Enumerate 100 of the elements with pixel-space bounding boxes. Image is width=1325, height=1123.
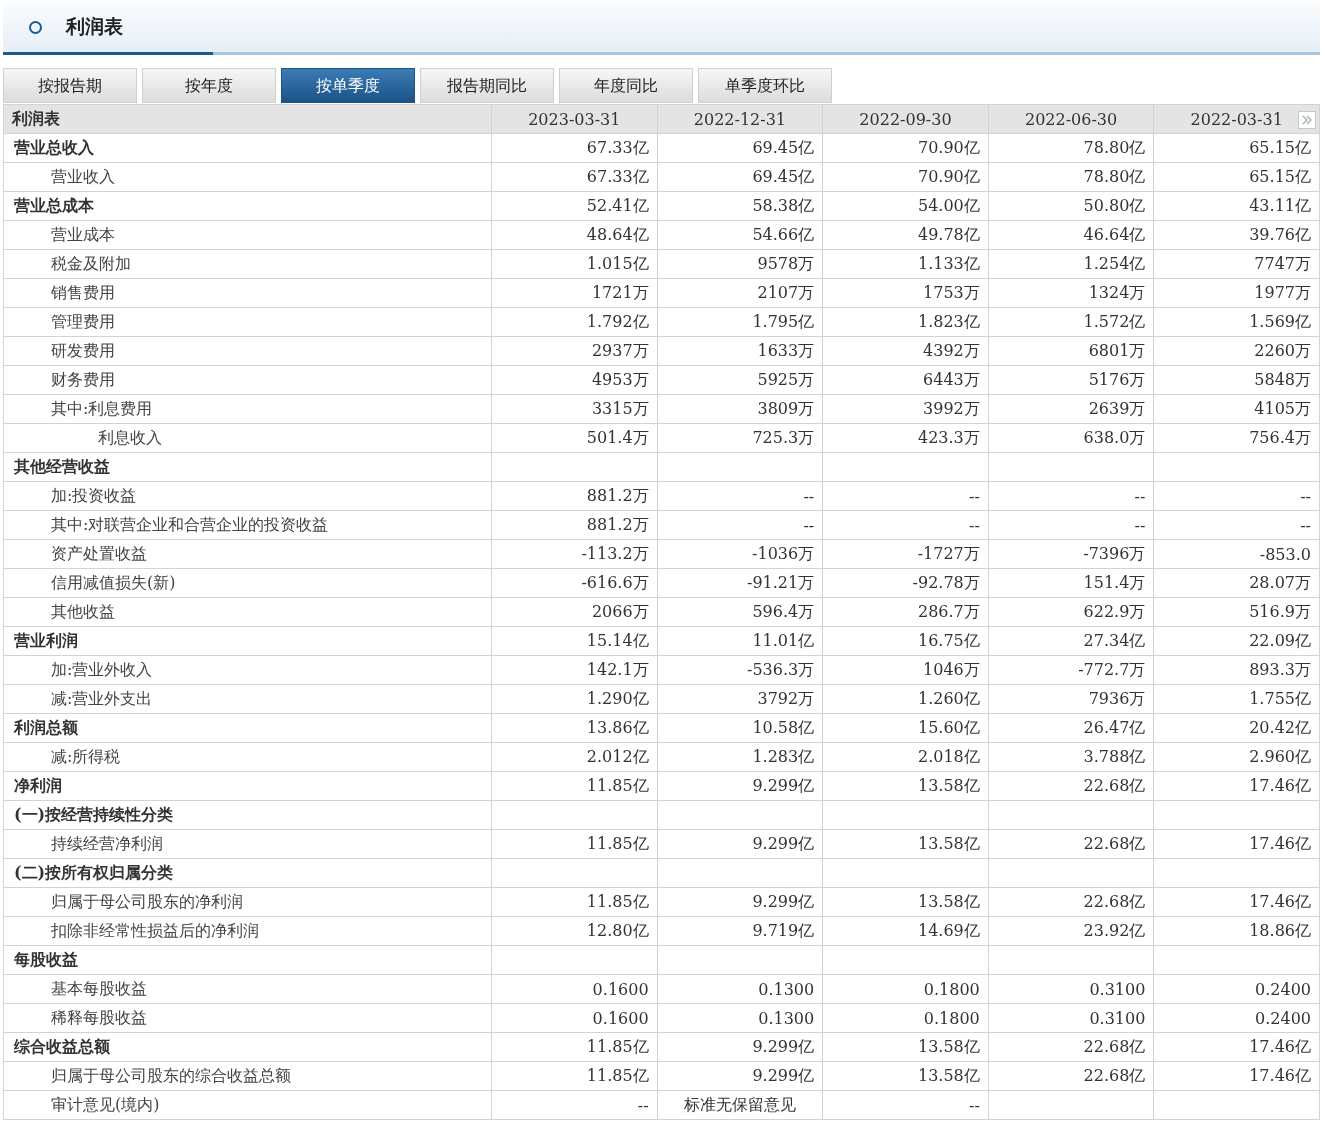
row-label: 加:投资收益 [51,485,137,505]
table-cell: 0.1600 [592,1008,649,1028]
table-cell: 13.58亿 [917,1036,980,1056]
table-cell: 5925万 [757,369,815,389]
column-header: 2023-03-31 [528,109,621,129]
table-cell: 17.46亿 [1249,891,1311,911]
table-cell: -- [1300,515,1311,535]
table-cell: 17.46亿 [1249,1065,1311,1085]
tab[interactable]: 按单季度 [281,68,415,103]
table-cell: 39.76亿 [1249,224,1311,244]
tab[interactable]: 报告期同比 [420,68,554,103]
table-cell: 15.60亿 [917,717,980,737]
table-cell: 69.45亿 [752,166,815,186]
table-cell: 13.58亿 [917,891,980,911]
table-cell: -113.2万 [581,543,649,563]
scroll-right-icon[interactable] [1298,111,1316,129]
table-cell: 9.299亿 [752,775,815,795]
table-cell: 596.4万 [752,601,815,621]
row-label: 净利润 [14,775,62,795]
table-cell: 0.1300 [758,1008,815,1028]
table-cell: 54.66亿 [752,224,815,244]
table-cell: 50.80亿 [1083,195,1146,215]
table-cell: 1.569亿 [1249,311,1311,331]
table-cell: 7747万 [1254,253,1311,273]
table-cell: 6801万 [1088,340,1146,360]
row-label: 信用减值损失(新) [51,572,176,592]
table-cell: 9.719亿 [752,920,815,940]
table-cell: 1.254亿 [1083,253,1146,273]
table-cell: 11.85亿 [586,1065,649,1085]
table-cell: 893.3万 [1249,659,1311,679]
column-header: 2022-06-30 [1024,109,1118,129]
table-cell: 881.2万 [586,514,649,534]
tab[interactable]: 按年度 [142,68,276,103]
table-cell: 2937万 [591,340,649,360]
circle-icon [29,20,42,34]
table-cell: 1046万 [923,659,980,679]
row-label: 加:营业外收入 [51,659,153,679]
tab[interactable]: 年度同比 [559,68,693,103]
table-cell: 46.64亿 [1083,224,1146,244]
row-label: 其中:对联营企业和合营企业的投资收益 [51,514,329,534]
table-cell: 10.58亿 [752,717,815,737]
table-cell: 881.2万 [586,485,649,505]
table-cell: -536.3万 [746,659,815,679]
table-cell: 16.75亿 [917,630,980,650]
table-cell: 9.299亿 [752,1036,815,1056]
column-header: 2022-09-30 [859,109,952,129]
table-cell: 0.2400 [1255,1008,1311,1028]
table-cell: 1.283亿 [752,746,815,766]
table-cell: -1727万 [917,543,980,563]
row-label: 营业成本 [51,224,115,244]
table-cell: 65.15亿 [1249,166,1311,186]
table-cell: -1036万 [752,543,815,563]
row-label: 资产处置收益 [51,543,147,563]
row-label: 稀释每股收益 [51,1007,147,1027]
table-cell: 4953万 [591,369,649,389]
table-cell: 22.68亿 [1083,1036,1146,1056]
table-cell: 11.01亿 [752,630,815,650]
table-cell: 11.85亿 [586,891,649,911]
table-cell: 69.45亿 [752,137,815,157]
table-cell: -- [803,486,815,506]
table-cell: -7396万 [1083,543,1146,563]
table-cell: 5176万 [1088,369,1146,389]
tab[interactable]: 单季度环比 [698,68,832,103]
table-cell: 423.3万 [917,427,980,447]
table-cell: 3992万 [923,398,980,418]
table-cell: 516.9万 [1249,601,1311,621]
table-cell: 3792万 [757,688,815,708]
table-cell: 0.1800 [923,1008,980,1028]
table-cell: 1721万 [591,282,649,302]
row-label: 营业总成本 [14,195,94,215]
table-cell: 4392万 [923,340,980,360]
table-cell: 43.11亿 [1249,195,1311,215]
table-cell: -- [1134,515,1146,535]
row-label: 其他收益 [51,601,115,621]
tab[interactable]: 按报告期 [3,68,137,103]
table-cell: 9.299亿 [752,1065,815,1085]
table-cell: 2.960亿 [1249,746,1311,766]
table-cell: 1.015亿 [586,253,649,273]
table-cell: 6443万 [923,369,980,389]
table-cell: 622.9万 [1083,601,1146,621]
table-cell: 501.4万 [586,427,649,447]
table-cell: -- [1300,486,1311,506]
row-label: 审计意见(境内) [51,1094,160,1114]
table-cell: 1324万 [1088,282,1146,302]
table-cell: 3315万 [591,398,649,418]
table-cell: 22.09亿 [1249,630,1311,650]
row-label: 持续经营净利润 [51,833,163,853]
table-cell: 13.58亿 [917,1065,980,1085]
table-cell: 13.86亿 [586,717,649,737]
table-cell: 49.78亿 [917,224,980,244]
row-label: 销售费用 [51,282,115,302]
table-cell: 11.85亿 [586,1036,649,1056]
row-label: 利润总额 [14,717,78,737]
table-cell: 22.68亿 [1083,891,1146,911]
table-cell: -- [968,515,980,535]
column-header: 2022-03-31 [1190,109,1283,129]
table-cell: 15.14亿 [586,630,649,650]
table-cell: -772.7万 [1078,659,1146,679]
table-cell: 1.792亿 [586,311,649,331]
table-cell: 20.42亿 [1249,717,1311,737]
